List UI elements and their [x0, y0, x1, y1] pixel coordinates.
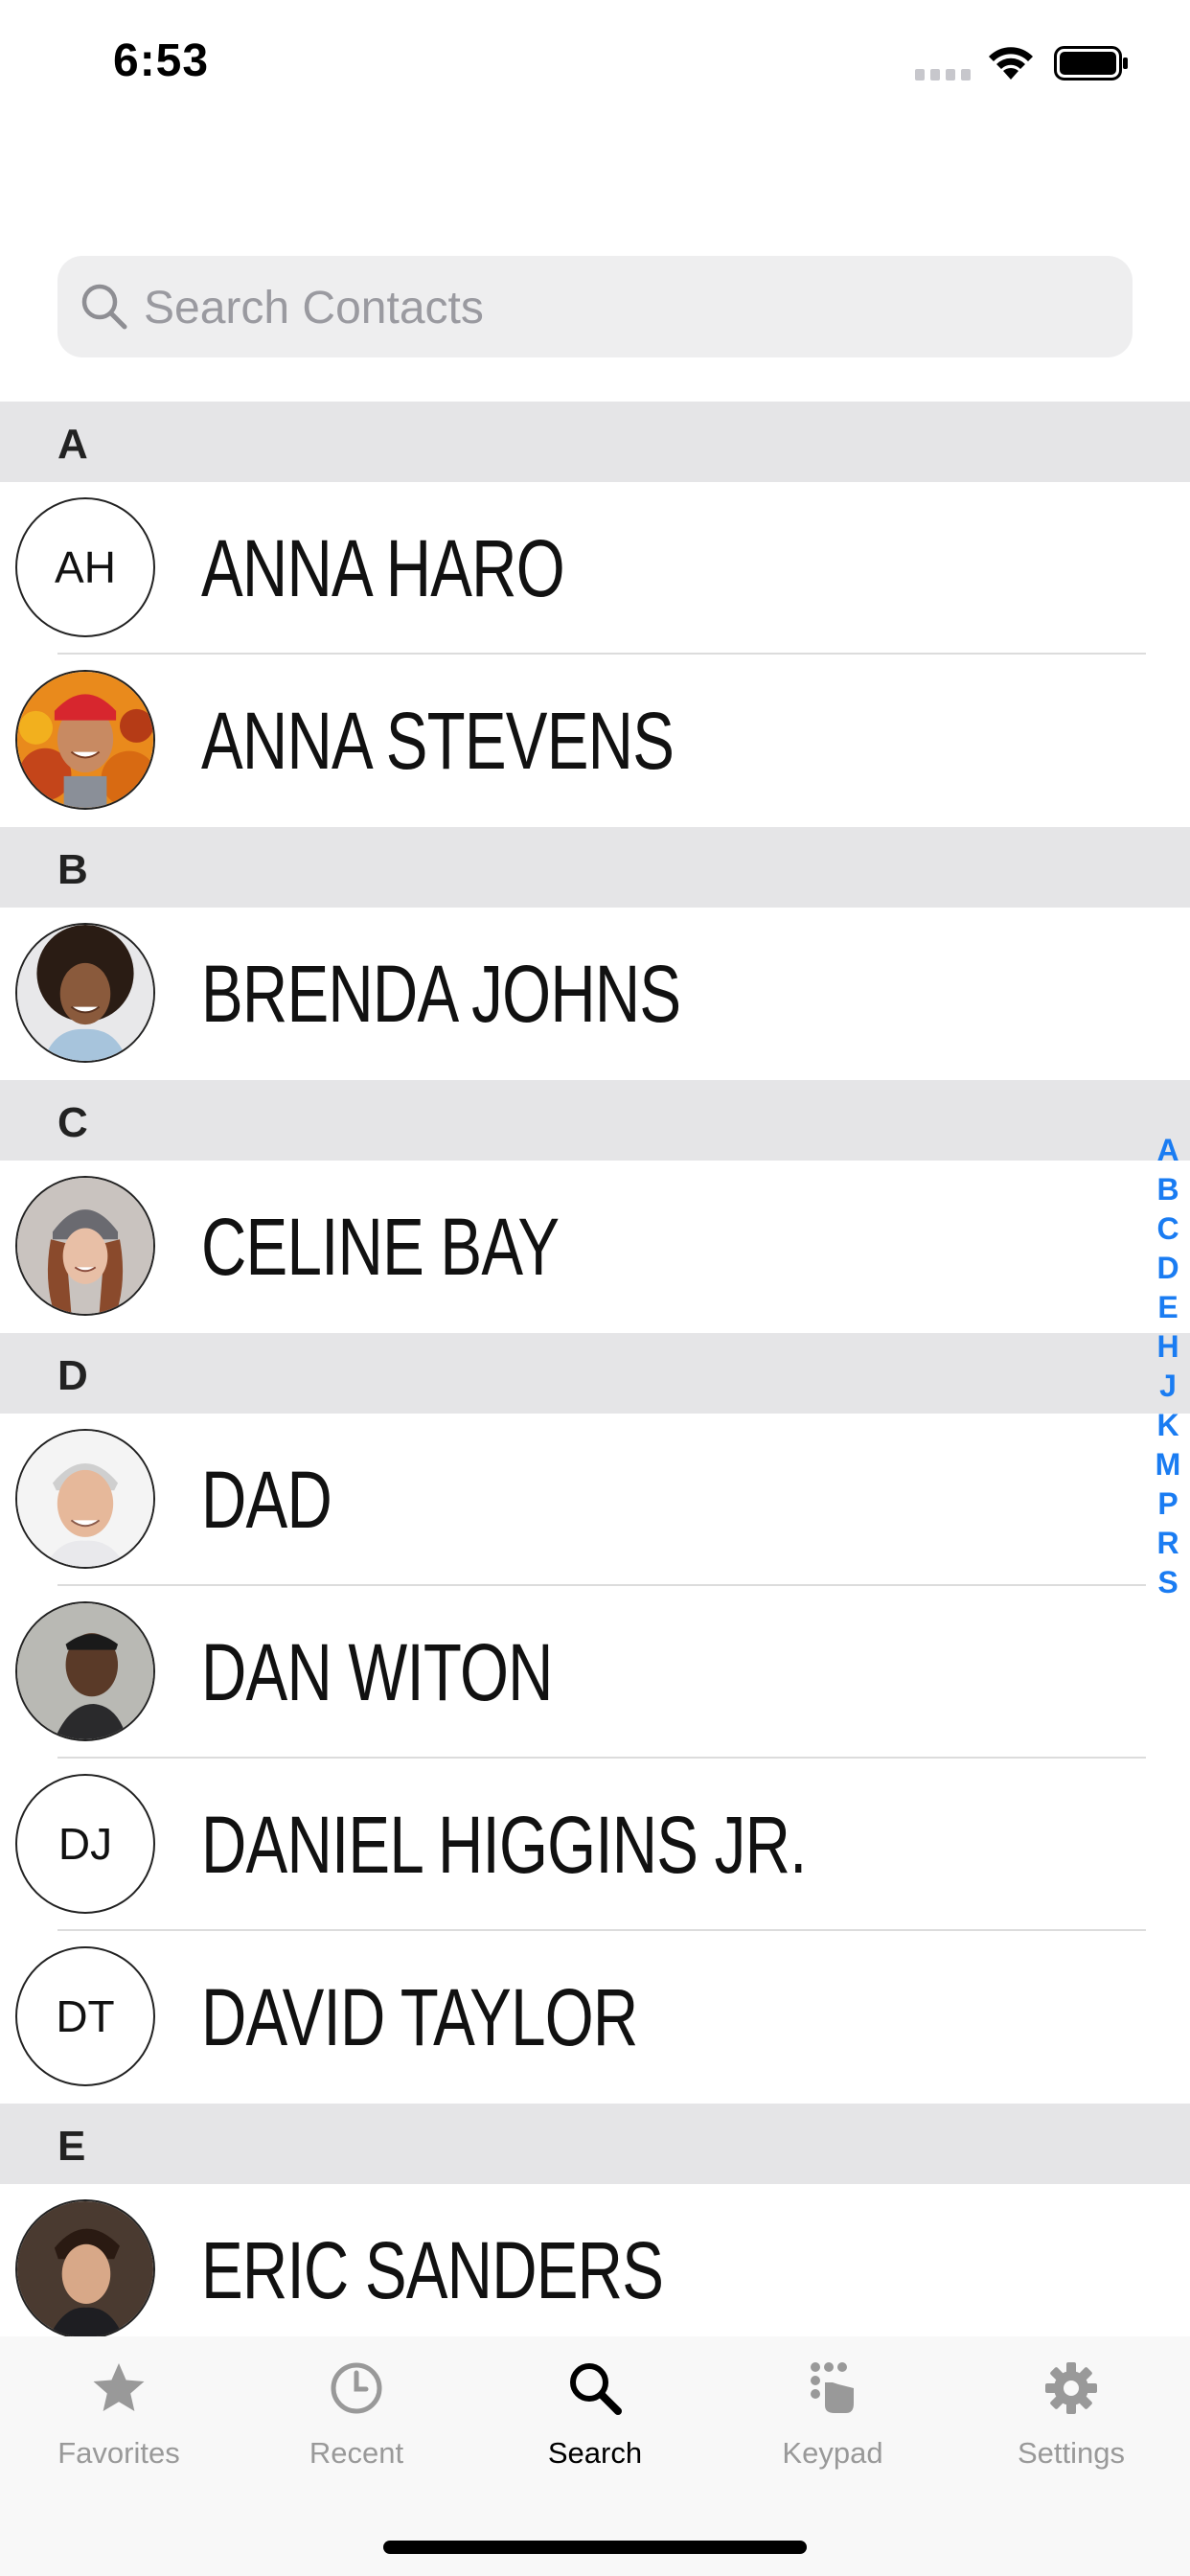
tab-keypad[interactable]: Keypad [714, 2336, 951, 2490]
section-header-a: A [0, 402, 1190, 482]
contact-row[interactable]: AH ANNA HARO [0, 482, 1190, 655]
section-header-d: D [0, 1333, 1190, 1414]
section-letter: C [57, 1099, 88, 1146]
contact-row[interactable]: ERIC SANDERS [0, 2184, 1190, 2357]
battery-icon [1054, 46, 1128, 80]
tab-label: Keypad [782, 2436, 883, 2470]
tab-favorites[interactable]: Favorites [0, 2336, 238, 2490]
section-letter: D [57, 1352, 88, 1399]
section-letter: B [57, 846, 88, 893]
index-letter[interactable]: S [1157, 1563, 1178, 1602]
tab-label: Recent [309, 2436, 404, 2470]
index-letter[interactable]: P [1157, 1484, 1178, 1524]
contact-name: BRENDA JOHNS [201, 949, 681, 1039]
avatar-initials-text: AH [55, 542, 116, 592]
contact-name: ANNA HARO [201, 523, 565, 613]
home-indicator [383, 2541, 807, 2554]
tab-label: Favorites [57, 2436, 180, 2470]
index-letter[interactable]: B [1156, 1170, 1179, 1209]
contact-row[interactable]: ANNA STEVENS [0, 655, 1190, 827]
section-header-c: C [0, 1080, 1190, 1161]
status-bar: 6:53 [0, 0, 1190, 134]
avatar-initials: DJ [15, 1774, 155, 1914]
index-letter[interactable]: H [1156, 1327, 1179, 1367]
avatar-initials-text: DT [56, 1991, 115, 2041]
contact-row[interactable]: BRENDA JOHNS [0, 908, 1190, 1080]
avatar-photo [15, 2199, 155, 2339]
clock-icon [331, 2362, 382, 2414]
contact-name: DAVID TAYLOR [201, 1972, 638, 2062]
contact-name: DAN WITON [201, 1627, 553, 1717]
section-letter: E [57, 2123, 86, 2170]
avatar-photo [15, 923, 155, 1063]
contact-name: ANNA STEVENS [201, 696, 675, 786]
section-header-b: B [0, 827, 1190, 908]
contact-row[interactable]: DAN WITON [0, 1586, 1190, 1759]
contact-row[interactable]: CELINE BAY [0, 1161, 1190, 1333]
search-icon [81, 284, 127, 330]
search-input[interactable] [142, 256, 1104, 359]
avatar-photo [15, 1601, 155, 1741]
index-letter[interactable]: J [1159, 1367, 1177, 1406]
search-icon [570, 2363, 622, 2415]
section-letter: A [57, 421, 88, 468]
tab-label: Settings [1017, 2436, 1125, 2470]
contact-list: A AH ANNA HARO ANNA STEVENS B BRENDA JOH… [0, 402, 1190, 2357]
contact-name: DANIEL HIGGINS JR. [201, 1800, 807, 1890]
status-time: 6:53 [113, 35, 210, 86]
contact-row[interactable]: DAD [0, 1414, 1190, 1586]
wifi-icon [989, 47, 1033, 80]
star-icon [93, 2363, 145, 2411]
search-bar[interactable] [57, 256, 1133, 359]
contact-row[interactable]: DT DAVID TAYLOR [0, 1931, 1190, 2104]
avatar-initials: DT [15, 1946, 155, 2086]
avatar-photo [15, 1429, 155, 1569]
tab-recent[interactable]: Recent [238, 2336, 475, 2490]
contact-row[interactable]: DJ DANIEL HIGGINS JR. [0, 1759, 1190, 1931]
alphabet-index[interactable]: A B C D E H J K M P R S [1146, 1131, 1190, 1602]
contact-name: ERIC SANDERS [201, 2225, 664, 2315]
index-letter[interactable]: D [1156, 1249, 1179, 1288]
cellular-signal-icon [915, 69, 971, 80]
tab-label: Search [547, 2436, 643, 2470]
section-header-e: E [0, 2104, 1190, 2184]
tab-settings[interactable]: Settings [952, 2336, 1190, 2490]
index-letter[interactable]: K [1156, 1406, 1179, 1445]
avatar-initials-text: DJ [57, 1819, 113, 1869]
gear-icon [1045, 2362, 1097, 2414]
tab-search[interactable]: Search [476, 2336, 714, 2490]
index-letter[interactable]: A [1156, 1131, 1179, 1170]
index-letter[interactable]: C [1156, 1209, 1179, 1249]
keypad-icon [811, 2362, 854, 2413]
avatar-photo [15, 1176, 155, 1316]
contact-name: DAD [201, 1455, 332, 1545]
avatar-photo [15, 670, 155, 810]
contact-name: CELINE BAY [201, 1202, 560, 1292]
index-letter[interactable]: R [1156, 1524, 1179, 1563]
index-letter[interactable]: E [1157, 1288, 1178, 1327]
index-letter[interactable]: M [1156, 1445, 1181, 1484]
avatar-initials: AH [15, 497, 155, 637]
